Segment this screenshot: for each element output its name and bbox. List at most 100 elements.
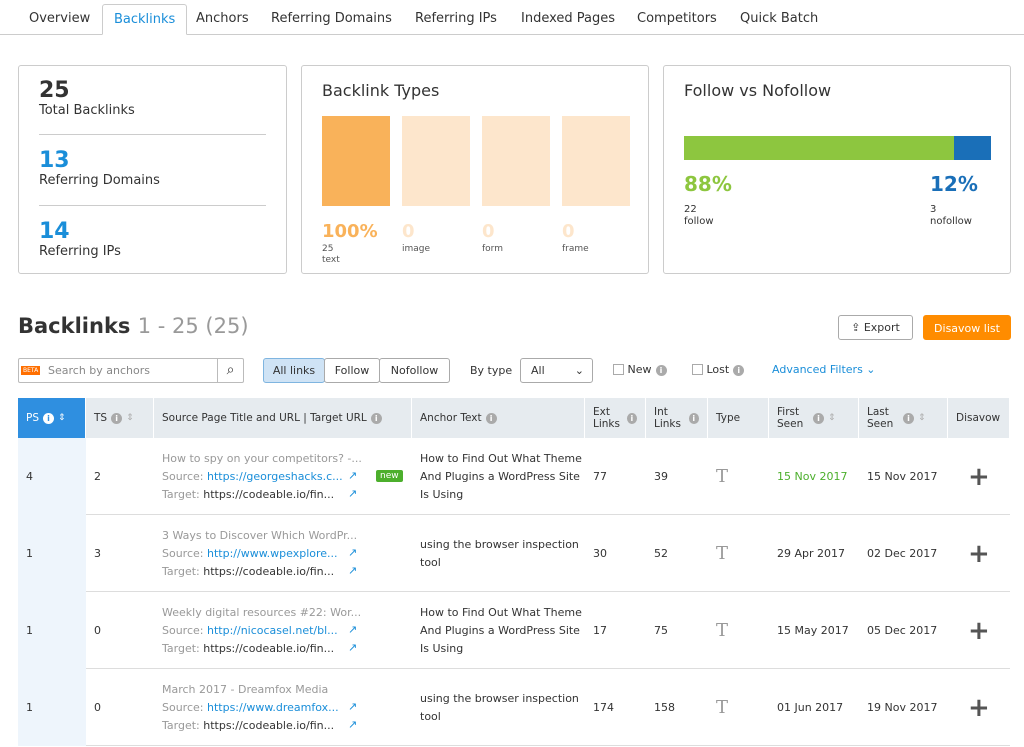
source-url[interactable]: https://georgeshacks.c... (207, 470, 343, 483)
anchor-text: How to Find Out What Theme And Plugins a… (420, 605, 582, 655)
tab-competitors[interactable]: Competitors (626, 4, 728, 35)
external-link-icon[interactable]: ↗ (348, 623, 357, 636)
external-link-icon[interactable]: ↗ (348, 546, 357, 559)
column-header-2: Source Page Title and URL | Target URL i (154, 398, 412, 438)
ps-value: 1 (26, 624, 33, 637)
lost-checkbox (692, 364, 703, 375)
column-header-5: Int Links i (646, 398, 708, 438)
int-links: 75 (654, 624, 668, 637)
ts-value: 3 (94, 547, 101, 560)
last-seen: 19 Nov 2017 (867, 701, 938, 714)
sort-icon: ⇕ (918, 413, 926, 423)
info-icon: i (655, 365, 667, 376)
external-link-icon[interactable]: ↗ (348, 718, 357, 731)
external-link-icon[interactable]: ↗ (348, 700, 357, 713)
external-link-icon[interactable]: ↗ (348, 564, 357, 577)
first-seen: 29 Apr 2017 (777, 547, 846, 560)
info-icon: i (485, 412, 497, 424)
column-header-8[interactable]: Last Seen i ⇕ (859, 398, 948, 438)
source-info: Weekly digital resources #22: Wor... Sou… (162, 604, 362, 655)
export-button[interactable]: ⇪ Export (838, 315, 913, 340)
type-pct-form: 0 (482, 221, 495, 242)
info-icon: i (111, 412, 123, 424)
type-label: frame (562, 244, 589, 254)
follow-card: Follow vs Nofollow 88% 22 follow 12% 3 nof… (663, 65, 1011, 274)
referring-ips-label: Referring IPs (39, 244, 121, 259)
follow-bar (684, 136, 991, 160)
ts-value: 0 (94, 701, 101, 714)
disavow-plus-icon[interactable]: + (968, 438, 990, 515)
source-url[interactable]: https://www.dreamfox... (207, 701, 339, 714)
referring-ips-value[interactable]: 14 (39, 219, 121, 244)
follow-title: Follow vs Nofollow (684, 81, 832, 100)
ps-value: 1 (26, 547, 33, 560)
disavow-plus-icon[interactable]: + (968, 669, 990, 746)
disavow-plus-icon[interactable]: + (968, 515, 990, 592)
column-header-4: Ext Links i (585, 398, 646, 438)
tab-indexed-pages[interactable]: Indexed Pages (510, 4, 626, 35)
follow-label: follow (684, 216, 714, 227)
column-header-6: Type (708, 398, 769, 438)
section-title: Backlinks 1 - 25 (25) (18, 314, 249, 338)
tab-backlinks[interactable]: Backlinks (102, 4, 188, 35)
filter-nofollow[interactable]: Nofollow (379, 358, 450, 383)
source-info: How to spy on your competitors? -... Sou… (162, 450, 362, 501)
follow-bar-fill (684, 136, 955, 160)
source-url[interactable]: http://www.wpexplore... (207, 547, 338, 560)
sort-icon: ⇕ (828, 413, 836, 423)
type-label: text (322, 255, 340, 265)
new-filter[interactable]: New i (613, 363, 667, 376)
column-header-0[interactable]: PS i ⇕ (18, 398, 86, 438)
external-link-icon[interactable]: ↗ (348, 487, 357, 500)
search-icon[interactable]: ⌕ (217, 359, 243, 382)
column-header-1[interactable]: TS i ⇕ (86, 398, 154, 438)
filter-follow[interactable]: Follow (324, 358, 380, 383)
info-icon: i (813, 412, 824, 424)
type-label: image (402, 244, 431, 254)
source-title[interactable]: How to spy on your competitors? -... (162, 450, 362, 468)
source-url[interactable]: http://nicocasel.net/bl... (207, 624, 338, 637)
ts-value: 2 (94, 470, 101, 483)
target-url[interactable]: https://codeable.io/fin... (203, 719, 334, 732)
info-icon: i (370, 412, 382, 424)
tab-overview[interactable]: Overview (18, 4, 101, 35)
table-row: 1 3 3 Ways to Discover Which WordPr... S… (18, 515, 1010, 592)
source-title[interactable]: Weekly digital resources #22: Wor... (162, 604, 361, 622)
column-header-9: Disavow (948, 398, 1010, 438)
column-header-7[interactable]: First Seen i ⇕ (769, 398, 859, 438)
target-url[interactable]: https://codeable.io/fin... (203, 488, 334, 501)
source-title[interactable]: 3 Ways to Discover Which WordPr... (162, 527, 357, 545)
type-select[interactable]: All ⌄ (520, 358, 593, 383)
tab-quick-batch[interactable]: Quick Batch (729, 4, 829, 35)
filter-all-links[interactable]: All links (263, 358, 325, 383)
target-url[interactable]: https://codeable.io/fin... (203, 642, 334, 655)
anchor-text: How to Find Out What Theme And Plugins a… (420, 451, 582, 501)
lost-filter[interactable]: Lost i (692, 363, 745, 376)
result-range: 1 - 25 (25) (137, 314, 249, 338)
nofollow-label: nofollow (930, 216, 972, 227)
tab-referring-ips[interactable]: Referring IPs (404, 4, 508, 35)
advanced-filters-link[interactable]: Advanced Filters ⌄ (772, 363, 876, 376)
disavow-plus-icon[interactable]: + (968, 592, 990, 669)
table-row: 1 0 Weekly digital resources #22: Wor...… (18, 592, 1010, 669)
follow-count: 22 (684, 204, 697, 215)
anchor-text: using the browser inspection tool (420, 691, 579, 723)
source-title[interactable]: March 2017 - Dreamfox Media (162, 681, 339, 699)
search-placeholder: Search by anchors (48, 364, 150, 377)
by-type-label: By type (470, 364, 513, 377)
external-link-icon[interactable]: ↗ (348, 641, 357, 654)
last-seen: 02 Dec 2017 (867, 547, 938, 560)
tab-referring-domains[interactable]: Referring Domains (260, 4, 403, 35)
referring-domains-value[interactable]: 13 (39, 148, 160, 173)
search-input[interactable]: BETA Search by anchors ⌕ (18, 358, 244, 383)
tab-anchors[interactable]: Anchors (185, 4, 260, 35)
target-url[interactable]: https://codeable.io/fin... (203, 565, 334, 578)
last-seen: 05 Dec 2017 (867, 624, 938, 637)
info-icon: i (903, 412, 914, 424)
chevron-down-icon: ⌄ (574, 364, 584, 377)
first-seen: 01 Jun 2017 (777, 701, 844, 714)
external-link-icon[interactable]: ↗ (348, 469, 357, 482)
type-bar-form (482, 116, 550, 206)
disavow-list-button[interactable]: Disavow list (923, 315, 1011, 340)
ts-value: 0 (94, 624, 101, 637)
